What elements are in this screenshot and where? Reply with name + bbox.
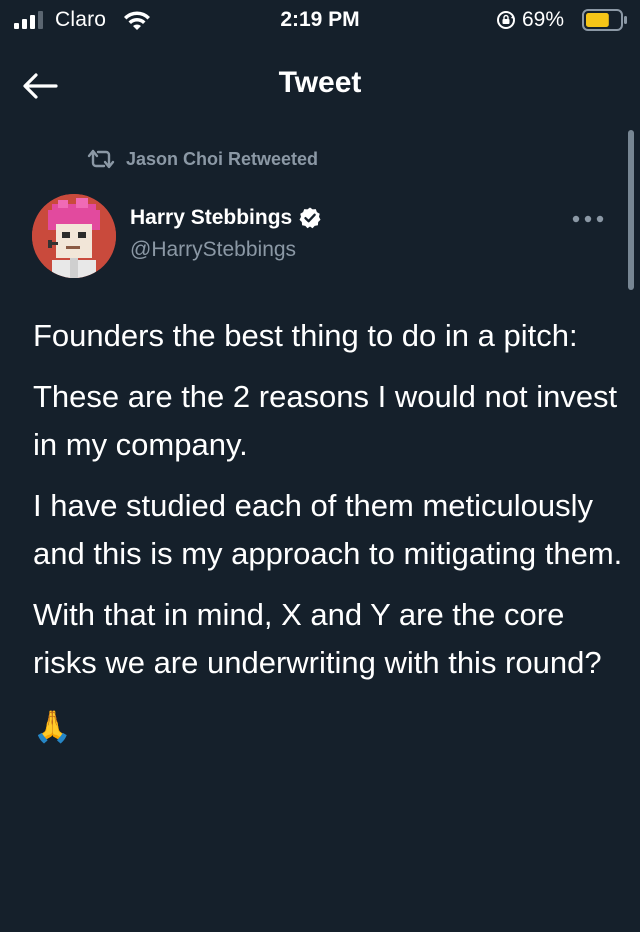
tweet-paragraph: Founders the best thing to do in a pitch… <box>33 318 578 353</box>
battery-icon <box>582 9 627 31</box>
author-name: Harry Stebbings <box>130 206 293 229</box>
tweet-detail-screen: Claro 2:19 PM 69% Tweet Jason Choi Retwe… <box>0 0 640 932</box>
status-bar: Claro 2:19 PM 69% <box>0 0 640 42</box>
scrollbar[interactable] <box>628 130 634 290</box>
retweet-context[interactable]: Jason Choi Retweeted <box>86 148 318 170</box>
top-nav-bar: Tweet <box>0 52 640 116</box>
retweet-icon <box>87 149 115 169</box>
avatar[interactable] <box>32 194 116 278</box>
tweet-paragraph: I have studied each of them meticulously… <box>33 488 623 571</box>
folded-hands-emoji: 🙏 <box>33 709 72 744</box>
author-name-row[interactable]: Harry Stebbings <box>130 206 322 230</box>
tweet-paragraph: With that in mind, X and Y are the core … <box>33 597 602 680</box>
avatar-image <box>32 194 116 278</box>
more-options-icon[interactable] <box>566 204 610 234</box>
page-title: Tweet <box>278 66 362 99</box>
battery-percent: 69% <box>522 8 565 31</box>
tweet-text: Founders the best thing to do in a pitch… <box>33 312 623 764</box>
author-handle[interactable]: @HarryStebbings <box>130 238 296 262</box>
retweet-context-label: Jason Choi Retweeted <box>126 148 319 169</box>
verified-badge-icon <box>299 207 321 229</box>
tweet-paragraph: These are the 2 reasons I would not inve… <box>33 379 618 462</box>
orientation-lock-icon <box>497 11 515 29</box>
